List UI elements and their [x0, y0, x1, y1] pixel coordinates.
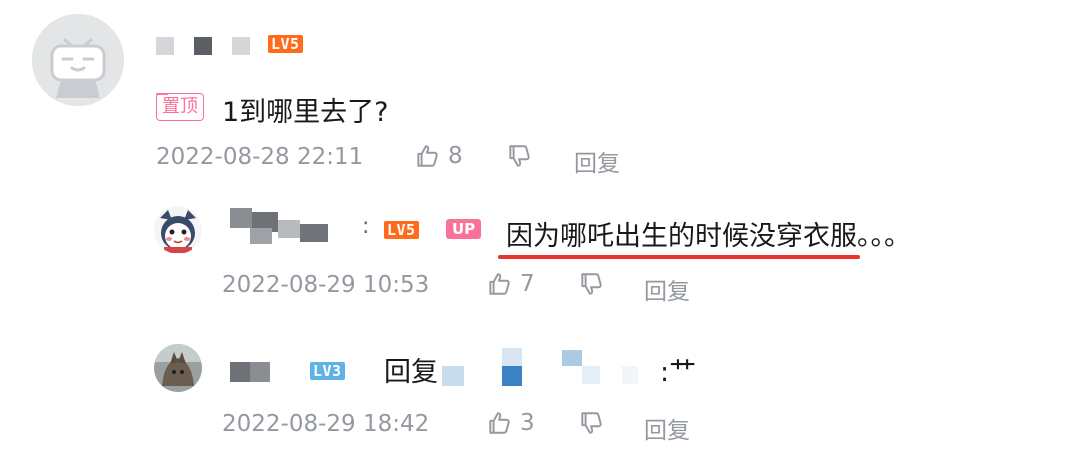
like-count: 8 [448, 143, 463, 169]
animal-photo-avatar-icon [154, 344, 202, 392]
red-underline-annotation [498, 255, 860, 259]
tv-mascot-avatar-icon [32, 14, 124, 106]
thumbs-down-icon [506, 143, 532, 169]
like-button[interactable]: 3 [486, 410, 535, 436]
like-button[interactable]: 8 [414, 143, 463, 169]
thumbs-up-icon [486, 410, 512, 436]
like-button[interactable]: 7 [486, 271, 535, 297]
reply-text: 因为哪吒出生的时候没穿衣服。。。 [506, 221, 911, 252]
reply-button[interactable]: 回复 [574, 144, 620, 178]
thumbs-up-icon [486, 271, 512, 297]
reply-username-redacted[interactable] [230, 362, 274, 384]
level-badge: LV5 [268, 35, 303, 53]
level-badge: LV3 [310, 362, 345, 380]
reply-avatar[interactable] [154, 206, 202, 254]
comment-timestamp: 2022-08-28 22:11 [156, 144, 364, 170]
mentioned-username-redacted[interactable] [442, 348, 642, 388]
reply-timestamp: 2022-08-29 18:42 [222, 411, 430, 437]
reply-button[interactable]: 回复 [644, 272, 690, 306]
thumbs-down-icon [578, 271, 604, 297]
dislike-button[interactable] [506, 143, 532, 169]
like-count: 7 [520, 271, 535, 297]
level-badge: LV5 [384, 221, 419, 239]
reply-separator: : [362, 214, 370, 239]
reply-avatar[interactable] [154, 344, 202, 392]
reply-username-redacted[interactable] [230, 208, 330, 248]
thumbs-up-icon [414, 143, 440, 169]
dislike-button[interactable] [578, 410, 604, 436]
reply-button[interactable]: 回复 [644, 411, 690, 445]
thumbs-down-icon [578, 410, 604, 436]
user-avatar[interactable] [32, 14, 124, 106]
up-badge: UP [446, 219, 482, 239]
comment-text: 1到哪里去了? [222, 97, 389, 128]
pinned-tag-visible: 置顶 [156, 93, 204, 121]
dislike-button[interactable] [578, 271, 604, 297]
cat-mascot-avatar-icon [154, 206, 202, 254]
username-redacted[interactable] [156, 34, 256, 56]
like-count: 3 [520, 410, 535, 436]
reply-to-label: 回复 [384, 357, 438, 388]
reply-timestamp: 2022-08-29 10:53 [222, 272, 430, 298]
reply-trailing-text: :艹 [660, 357, 697, 388]
